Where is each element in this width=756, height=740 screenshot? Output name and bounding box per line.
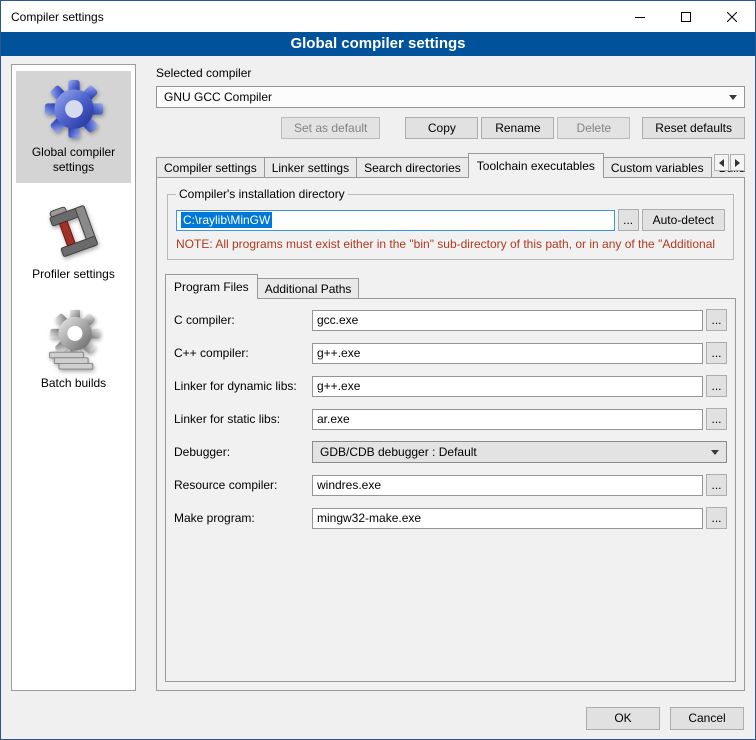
make-program-label: Make program:	[174, 511, 312, 525]
triangle-right-icon	[735, 159, 740, 167]
field-value: windres.exe	[317, 478, 381, 492]
field-value: g++.exe	[317, 379, 360, 393]
close-icon	[727, 12, 737, 22]
browse-install-dir-button[interactable]: ...	[618, 209, 639, 231]
field-value: gcc.exe	[317, 313, 358, 327]
dialog-body: Global compiler settings Profiler settin…	[1, 56, 755, 697]
tab-linker-settings[interactable]: Linker settings	[264, 157, 357, 178]
install-dir-value: C:\raylib\MinGW	[181, 212, 272, 228]
field-row: Resource compiler: windres.exe ...	[174, 474, 727, 496]
make-program-input[interactable]: mingw32-make.exe	[312, 508, 703, 529]
dynamic-linker-input[interactable]: g++.exe	[312, 376, 703, 397]
install-dir-input[interactable]: C:\raylib\MinGW	[176, 210, 615, 231]
delete-button: Delete	[557, 117, 630, 139]
set-as-default-button: Set as default	[281, 117, 380, 139]
maximize-button[interactable]	[663, 1, 709, 32]
reset-defaults-button[interactable]: Reset defaults	[642, 117, 745, 139]
field-value: ar.exe	[317, 412, 350, 426]
compiler-settings-window: Compiler settings Global compiler settin…	[0, 0, 756, 740]
tab-search-directories[interactable]: Search directories	[356, 157, 469, 178]
note-text: NOTE: All programs must exist either in …	[176, 237, 725, 251]
gray-gear-icon	[44, 310, 104, 370]
browse-resource-compiler-button[interactable]: ...	[706, 474, 727, 496]
tab-scroll-right-button[interactable]	[730, 154, 745, 171]
browse-static-linker-button[interactable]: ...	[706, 408, 727, 430]
cancel-button[interactable]: Cancel	[670, 707, 744, 730]
field-row: C compiler: gcc.exe ...	[174, 309, 727, 331]
chevron-down-icon	[711, 450, 719, 455]
debugger-select-value: GDB/CDB debugger : Default	[320, 445, 477, 459]
tab-toolchain-executables[interactable]: Toolchain executables	[468, 153, 604, 178]
sidebar-item-batch-builds[interactable]: Batch builds	[16, 302, 131, 399]
tab-scroll-controls	[712, 154, 745, 171]
compiler-select-value: GNU GCC Compiler	[164, 90, 272, 104]
sidebar-item-label: Global compiler settings	[18, 145, 129, 175]
static-linker-input[interactable]: ar.exe	[312, 409, 703, 430]
ok-button[interactable]: OK	[586, 707, 660, 730]
sidebar-item-label: Batch builds	[41, 376, 106, 391]
resource-compiler-input[interactable]: windres.exe	[312, 475, 703, 496]
install-dir-group: Compiler's installation directory C:\ray…	[167, 194, 734, 260]
profiler-clamp-icon	[45, 203, 103, 261]
browse-cpp-compiler-button[interactable]: ...	[706, 342, 727, 364]
programs-subtabstrip: Program Files Additional Paths	[165, 274, 736, 299]
field-value: mingw32-make.exe	[317, 511, 421, 525]
field-row: C++ compiler: g++.exe ...	[174, 342, 727, 364]
window-controls	[617, 1, 755, 32]
resource-compiler-label: Resource compiler:	[174, 478, 312, 492]
copy-button[interactable]: Copy	[405, 117, 478, 139]
sidebar-item-label: Profiler settings	[32, 267, 115, 282]
install-dir-group-title: Compiler's installation directory	[176, 187, 348, 202]
dynamic-linker-label: Linker for dynamic libs:	[174, 379, 312, 393]
c-compiler-input[interactable]: gcc.exe	[312, 310, 703, 331]
titlebar[interactable]: Compiler settings	[1, 1, 755, 32]
compiler-actions: Set as default Copy Rename Delete Reset …	[156, 117, 745, 139]
sidebar-item-profiler-settings[interactable]: Profiler settings	[16, 195, 131, 290]
debugger-label: Debugger:	[174, 445, 312, 459]
settings-category-list: Global compiler settings Profiler settin…	[11, 64, 136, 691]
cpp-compiler-label: C++ compiler:	[174, 346, 312, 360]
tab-scroll-left-button[interactable]	[714, 154, 729, 171]
window-title: Compiler settings	[1, 1, 617, 32]
settings-tabstrip: Compiler settings Linker settings Search…	[156, 153, 745, 178]
field-row: Linker for static libs: ar.exe ...	[174, 408, 727, 430]
field-value: g++.exe	[317, 346, 360, 360]
maximize-icon	[681, 12, 691, 22]
browse-dynamic-linker-button[interactable]: ...	[706, 375, 727, 397]
tab-custom-variables[interactable]: Custom variables	[603, 157, 712, 178]
auto-detect-button[interactable]: Auto-detect	[642, 209, 725, 231]
selected-compiler-label: Selected compiler	[156, 66, 745, 80]
minimize-button[interactable]	[617, 1, 663, 32]
c-compiler-label: C compiler:	[174, 313, 312, 327]
browse-make-program-button[interactable]: ...	[706, 507, 727, 529]
field-row: Linker for dynamic libs: g++.exe ...	[174, 375, 727, 397]
dialog-footer: OK Cancel	[1, 697, 755, 739]
tab-compiler-settings[interactable]: Compiler settings	[156, 157, 265, 178]
subtab-program-files[interactable]: Program Files	[165, 274, 258, 299]
debugger-select[interactable]: GDB/CDB debugger : Default	[312, 441, 727, 463]
install-dir-row: C:\raylib\MinGW ... Auto-detect	[176, 209, 725, 231]
field-row: Make program: mingw32-make.exe ...	[174, 507, 727, 529]
close-button[interactable]	[709, 1, 755, 32]
subtab-additional-paths[interactable]: Additional Paths	[257, 278, 360, 299]
compiler-select[interactable]: GNU GCC Compiler	[156, 86, 745, 108]
triangle-left-icon	[719, 159, 724, 167]
main-panel: Selected compiler GNU GCC Compiler Set a…	[146, 64, 745, 691]
toolchain-executables-panel: Compiler's installation directory C:\ray…	[156, 178, 745, 691]
static-linker-label: Linker for static libs:	[174, 412, 312, 426]
blue-gear-icon	[44, 79, 104, 139]
chevron-down-icon	[729, 95, 737, 100]
minimize-icon	[635, 12, 645, 22]
rename-button[interactable]: Rename	[481, 117, 554, 139]
sidebar-item-global-compiler-settings[interactable]: Global compiler settings	[16, 71, 131, 183]
program-files-panel: C compiler: gcc.exe ... C++ compiler: g+…	[165, 299, 736, 682]
cpp-compiler-input[interactable]: g++.exe	[312, 343, 703, 364]
browse-c-compiler-button[interactable]: ...	[706, 309, 727, 331]
field-row: Debugger: GDB/CDB debugger : Default	[174, 441, 727, 463]
dialog-header: Global compiler settings	[1, 32, 755, 56]
